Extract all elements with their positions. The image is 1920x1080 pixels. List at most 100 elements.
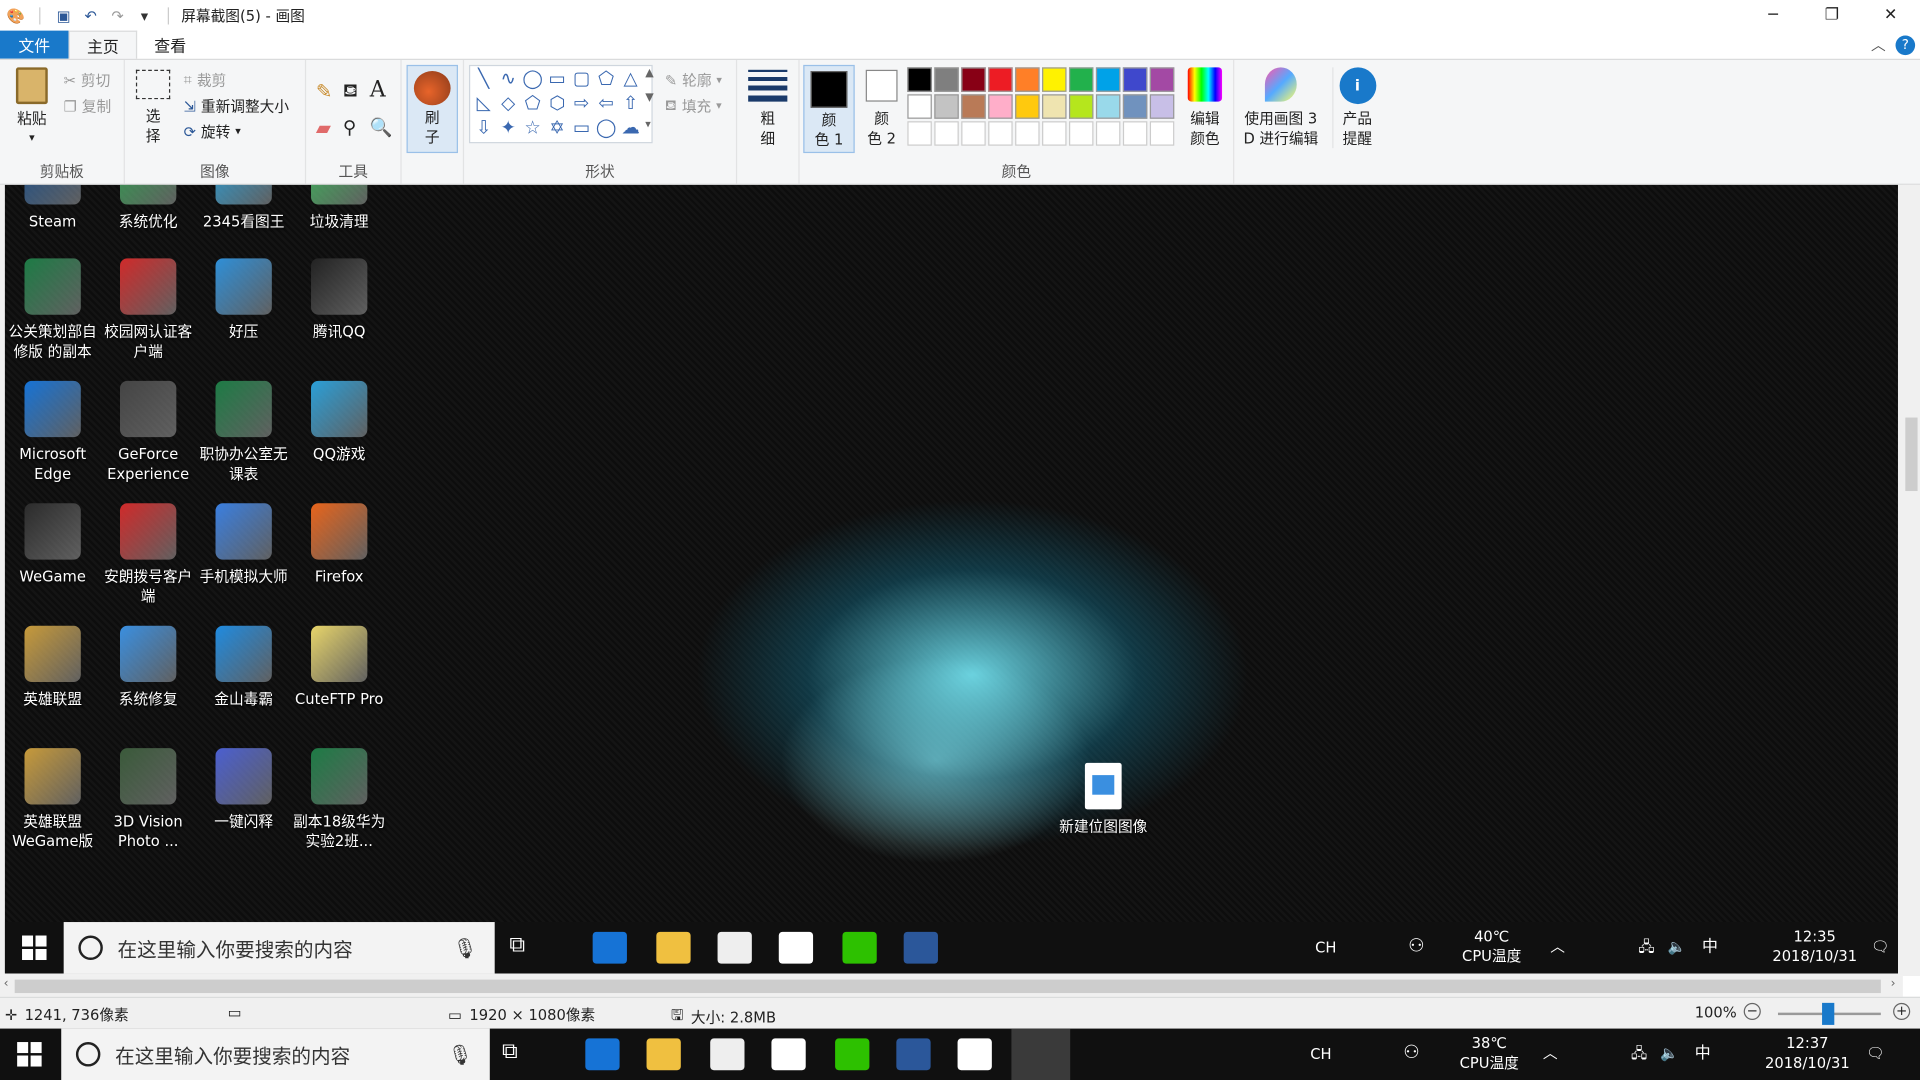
new-bitmap-icon[interactable]: 新建位图图像: [1049, 762, 1157, 836]
color-swatch[interactable]: [1149, 94, 1175, 119]
diamond-shape-icon[interactable]: ◇: [497, 92, 519, 114]
task-view-button[interactable]: ⧉: [502, 1038, 536, 1070]
desktop-icon[interactable]: 2345看图王: [196, 184, 292, 232]
desktop-icon[interactable]: 3D Vision Photo ...: [100, 748, 196, 851]
up-arrow-shape-icon[interactable]: ⇧: [620, 92, 642, 114]
desktop-icon[interactable]: 手机模拟大师: [196, 503, 292, 586]
desktop-icon[interactable]: 系统优化: [100, 184, 196, 232]
store-taskbar-icon[interactable]: [710, 1038, 745, 1071]
redo-icon[interactable]: ↷: [109, 7, 126, 24]
restore-button[interactable]: ❐: [1802, 0, 1861, 31]
product-tips-button[interactable]: i 产品 提醒: [1332, 67, 1381, 149]
desktop-icon[interactable]: CuteFTP Pro: [291, 625, 387, 709]
close-button[interactable]: ✕: [1861, 0, 1920, 31]
color-swatch[interactable]: [934, 67, 959, 92]
desktop-icon[interactable]: 职协办公室无课表: [196, 380, 292, 484]
color-swatch[interactable]: [1015, 67, 1040, 92]
desktop-icon[interactable]: 英雄联盟: [5, 625, 101, 709]
desktop-icon[interactable]: 一键闪释: [196, 748, 292, 831]
polygon-shape-icon[interactable]: ⬠: [595, 67, 617, 89]
people-icon[interactable]: ⚇: [1403, 1042, 1419, 1062]
edge-taskbar-icon[interactable]: [585, 1038, 620, 1071]
color-swatch[interactable]: [1095, 121, 1121, 146]
save-icon[interactable]: ▣: [55, 7, 72, 24]
windows-start-button[interactable]: [17, 1042, 42, 1067]
crop-button[interactable]: ⌗ 裁剪: [184, 70, 227, 91]
scroll-left-icon[interactable]: ‹: [4, 977, 9, 990]
input-language-label[interactable]: 中: [1695, 1044, 1711, 1064]
zoom-slider-thumb[interactable]: [1822, 1002, 1835, 1025]
help-icon[interactable]: ?: [1895, 34, 1916, 55]
mail-taskbar-icon[interactable]: [771, 1038, 806, 1071]
color-swatch[interactable]: [1095, 94, 1121, 119]
volume-icon[interactable]: 🔈: [1660, 1043, 1678, 1063]
pencil-icon[interactable]: ✎: [316, 80, 332, 103]
rounded-rectangle-shape-icon[interactable]: ▢: [571, 67, 593, 89]
photos-taskbar-icon[interactable]: [957, 1038, 992, 1071]
color-swatch[interactable]: [988, 94, 1013, 119]
oval-callout-shape-icon[interactable]: ◯: [595, 116, 617, 138]
cpu-temp-widget[interactable]: 38℃ CPU温度: [1460, 1033, 1519, 1072]
word-taskbar-icon[interactable]: [896, 1038, 931, 1071]
desktop-icon[interactable]: 公关策划部自修版 的副本: [5, 258, 101, 361]
color-swatch[interactable]: [907, 94, 932, 119]
magnifier-icon[interactable]: 🔍: [370, 116, 393, 138]
scroll-thumb[interactable]: [14, 979, 1881, 994]
pentagon-shape-icon[interactable]: ⬠: [522, 92, 544, 114]
five-point-star-shape-icon[interactable]: ☆: [522, 116, 544, 138]
color-swatch[interactable]: [961, 94, 986, 119]
right-arrow-shape-icon[interactable]: ⇨: [571, 92, 593, 114]
desktop-icon[interactable]: 英雄联盟 WeGame版: [5, 748, 101, 851]
color-swatch[interactable]: [1042, 94, 1067, 119]
taskbar-search-box[interactable]: 在这里输入你要搜索的内容 🎙: [61, 1028, 490, 1080]
expand-gallery-icon[interactable]: ▾: [645, 119, 651, 131]
desktop-icon[interactable]: 系统修复: [100, 625, 196, 709]
rectangle-shape-icon[interactable]: ▭: [546, 67, 568, 89]
size-button[interactable]: 粗 细: [742, 69, 793, 148]
color-swatch[interactable]: [907, 121, 932, 146]
tab-file[interactable]: 文件: [0, 30, 69, 59]
color-swatch[interactable]: [1095, 67, 1121, 92]
right-triangle-shape-icon[interactable]: ◺: [473, 92, 495, 114]
color-swatch[interactable]: [1122, 67, 1148, 92]
clock[interactable]: 12:37 2018/10/31: [1758, 1033, 1856, 1072]
oval-shape-icon[interactable]: ◯: [522, 67, 544, 89]
scroll-down-icon[interactable]: ▼: [645, 92, 653, 104]
color-swatch[interactable]: [1015, 94, 1040, 119]
triangle-shape-icon[interactable]: △: [620, 67, 642, 89]
desktop-icon[interactable]: 垃圾清理: [291, 184, 387, 232]
curve-shape-icon[interactable]: ∿: [497, 67, 519, 89]
resize-button[interactable]: ⇲ 重新调整大小: [184, 96, 289, 117]
vertical-scrollbar[interactable]: [1902, 184, 1920, 976]
minimize-button[interactable]: ─: [1744, 0, 1803, 31]
fill-bucket-icon[interactable]: ⛾: [343, 80, 358, 104]
color-swatch[interactable]: [988, 67, 1013, 92]
edit-colors-button[interactable]: 编辑 颜色: [1182, 67, 1229, 148]
wechat-taskbar-icon[interactable]: [835, 1038, 870, 1071]
outline-button[interactable]: ✎ 轮廓 ▾: [665, 70, 722, 91]
ime-label[interactable]: CH: [1310, 1044, 1331, 1064]
desktop-icon[interactable]: QQ游戏: [291, 380, 387, 464]
color-swatch[interactable]: [1149, 121, 1175, 146]
line-shape-icon[interactable]: ╲: [473, 67, 495, 89]
zoom-in-icon[interactable]: +: [1893, 1002, 1911, 1021]
color-swatch[interactable]: [1068, 121, 1094, 146]
cut-button[interactable]: ✂ 剪切: [64, 70, 111, 91]
network-icon[interactable]: 🖧: [1631, 1043, 1647, 1063]
color-swatch[interactable]: [1042, 67, 1067, 92]
color-swatch[interactable]: [961, 121, 986, 146]
tab-view[interactable]: 查看: [137, 31, 203, 59]
undo-icon[interactable]: ↶: [82, 7, 99, 24]
fill-button[interactable]: ⛾ 填充 ▾: [665, 96, 722, 117]
scroll-up-icon[interactable]: ▲: [645, 67, 653, 79]
color-swatch[interactable]: [988, 121, 1013, 146]
desktop-icon[interactable]: 腾讯QQ: [291, 258, 387, 341]
paste-button[interactable]: 粘贴 ▾: [10, 67, 54, 148]
color-swatch[interactable]: [1122, 94, 1148, 119]
desktop-icon[interactable]: 校园网认证客户端: [100, 258, 196, 361]
select-button[interactable]: 选 择: [132, 69, 174, 146]
color-swatch[interactable]: [1042, 121, 1067, 146]
desktop-icon[interactable]: Microsoft Edge: [5, 380, 101, 484]
cloud-callout-shape-icon[interactable]: ☁: [620, 116, 642, 138]
drawing-canvas[interactable]: Steam 系统优化 2345看图王 垃圾清理 公关策划部自修版 的副本 校园网认证客户端…: [0, 184, 1920, 976]
